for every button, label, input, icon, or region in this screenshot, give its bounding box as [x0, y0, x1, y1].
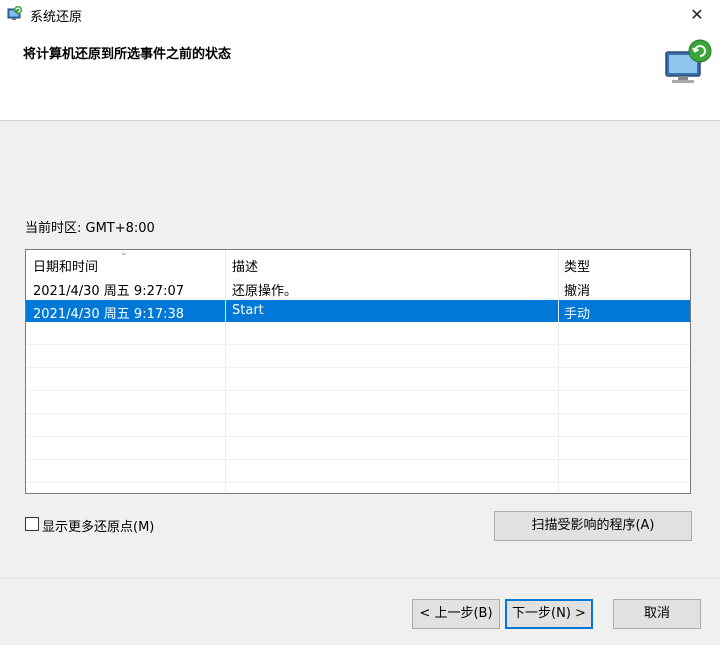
empty-row [26, 323, 690, 345]
table-row-selected[interactable]: 2021/4/30 周五 9:17:38 Start 手动 [26, 300, 690, 322]
row-description: Start [232, 303, 264, 318]
empty-row [26, 369, 690, 391]
empty-row [26, 438, 690, 460]
restore-point-list[interactable]: ⌄ 日期和时间 描述 类型 2021/4/30 周五 9:27:07 还原操作。… [25, 249, 691, 494]
window-title: 系统还原 [30, 10, 83, 25]
empty-row [26, 415, 690, 437]
empty-row [26, 346, 690, 368]
close-button[interactable]: ✕ [674, 0, 720, 30]
timezone-label: 当前时区: GMT+8:00 [25, 221, 155, 236]
cancel-button[interactable]: 取消 [613, 599, 701, 629]
footer-bar: < 上一步(B) 下一步(N) > 取消 [0, 578, 720, 645]
scan-affected-programs-button[interactable]: 扫描受影响的程序(A) [494, 511, 692, 541]
system-restore-monitor-icon [665, 39, 712, 83]
row-date: 2021/4/30 周五 9:17:38 [33, 307, 185, 322]
header-panel: 系统还原 ✕ 将计算机还原到所选事件之前的状态 [0, 0, 720, 121]
show-more-label[interactable]: 显示更多还原点(M) [42, 516, 154, 535]
column-header-type[interactable]: 类型 [564, 256, 590, 275]
row-type: 撤消 [564, 284, 591, 299]
row-type: 手动 [564, 307, 591, 322]
column-divider [225, 300, 226, 322]
page-title: 将计算机还原到所选事件之前的状态 [23, 47, 232, 62]
column-header-description[interactable]: 描述 [232, 256, 258, 275]
column-header-date[interactable]: 日期和时间 [33, 256, 98, 275]
column-divider [558, 300, 559, 322]
empty-row [26, 461, 690, 483]
sort-chevron-icon: ⌄ [120, 249, 128, 258]
list-header: ⌄ 日期和时间 描述 类型 [26, 250, 690, 276]
next-button[interactable]: 下一步(N) > [505, 599, 593, 629]
row-date: 2021/4/30 周五 9:27:07 [33, 284, 185, 299]
empty-row [26, 392, 690, 414]
system-restore-icon [7, 6, 22, 20]
table-row[interactable]: 2021/4/30 周五 9:27:07 还原操作。 撤消 [26, 277, 690, 299]
row-description: 还原操作。 [232, 284, 298, 299]
show-more-checkbox[interactable] [25, 517, 39, 531]
back-button[interactable]: < 上一步(B) [412, 599, 500, 629]
